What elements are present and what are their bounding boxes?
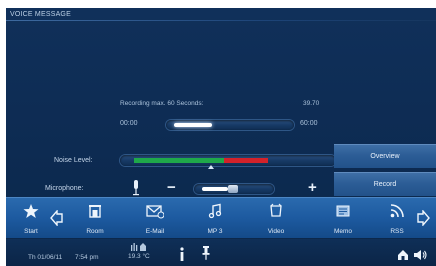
nav-mp3[interactable]: MP 3 — [190, 198, 240, 239]
page-title: VOICE MESSAGE — [10, 11, 71, 18]
nav-rss-label: RSS — [390, 228, 404, 235]
status-bar: Th 01/06/11 7:54 pm 19.3 °C — [6, 239, 436, 266]
nav-start[interactable]: Start — [6, 198, 56, 239]
room-icon — [89, 205, 101, 218]
home-icon[interactable] — [397, 249, 409, 261]
microphone-slider-handle[interactable] — [227, 185, 238, 193]
nav-email-label: E-Mail — [145, 228, 165, 235]
microphone-icon — [133, 180, 139, 196]
star-icon — [23, 204, 39, 218]
info-icon[interactable] — [179, 247, 185, 261]
nav-mp3-label: MP 3 — [207, 228, 223, 235]
nav-memo-label: Memo — [333, 228, 353, 235]
noise-level-meter — [120, 155, 336, 166]
status-time: 7:54 pm — [75, 254, 99, 261]
nav-email[interactable]: E-Mail — [130, 198, 180, 239]
nav-room-label: Room — [86, 228, 104, 235]
recording-remaining-time: 39.70 — [303, 100, 320, 107]
nav-video[interactable]: Video — [251, 198, 301, 239]
video-icon — [270, 203, 282, 217]
email-icon — [146, 205, 164, 219]
speaker-volume-icon[interactable] — [413, 249, 427, 261]
arrow-right-icon[interactable] — [416, 210, 430, 226]
pin-icon[interactable] — [202, 245, 210, 261]
microphone-level-fill — [202, 187, 228, 191]
microphone-level-slider[interactable] — [194, 184, 274, 194]
record-button[interactable]: Record — [334, 172, 436, 196]
microphone-decrease-button[interactable]: − — [167, 179, 176, 196]
title-divider — [6, 20, 436, 21]
noise-level-red-segment — [224, 158, 268, 163]
noise-level-green-segment — [134, 158, 224, 163]
noise-threshold-marker-icon — [208, 165, 214, 169]
status-temperature: 19.3 °C — [128, 253, 150, 260]
memo-icon — [336, 205, 350, 217]
overview-button[interactable]: Overview — [334, 144, 436, 168]
nav-start-label: Start — [24, 228, 38, 235]
music-note-icon — [208, 203, 222, 219]
nav-rss[interactable]: RSS — [372, 198, 422, 239]
rss-icon — [390, 204, 404, 218]
status-date: Th 01/06/11 — [28, 254, 63, 261]
recording-progress-fill — [174, 123, 213, 127]
thermometer-room-icon — [131, 243, 146, 251]
nav-video-label: Video — [267, 228, 285, 235]
recording-progress-bar — [166, 120, 294, 130]
arrow-left-icon[interactable] — [50, 210, 64, 226]
nav-room[interactable]: Room — [70, 198, 120, 239]
voice-message-screen: VOICE MESSAGE Recording max. 60 Seconds:… — [6, 8, 436, 266]
recording-end-time: 60:00 — [300, 120, 318, 127]
nav-memo[interactable]: Memo — [318, 198, 368, 239]
recording-start-time: 00:00 — [120, 120, 138, 127]
recording-limit-label: Recording max. 60 Seconds: — [120, 100, 204, 107]
navigation-bar: Start Room E-Mail MP 3 Video Memo RSS — [6, 197, 436, 238]
noise-level-label: Noise Level: — [54, 157, 93, 164]
microphone-label: Microphone: — [45, 185, 84, 192]
microphone-increase-button[interactable]: + — [308, 179, 317, 196]
